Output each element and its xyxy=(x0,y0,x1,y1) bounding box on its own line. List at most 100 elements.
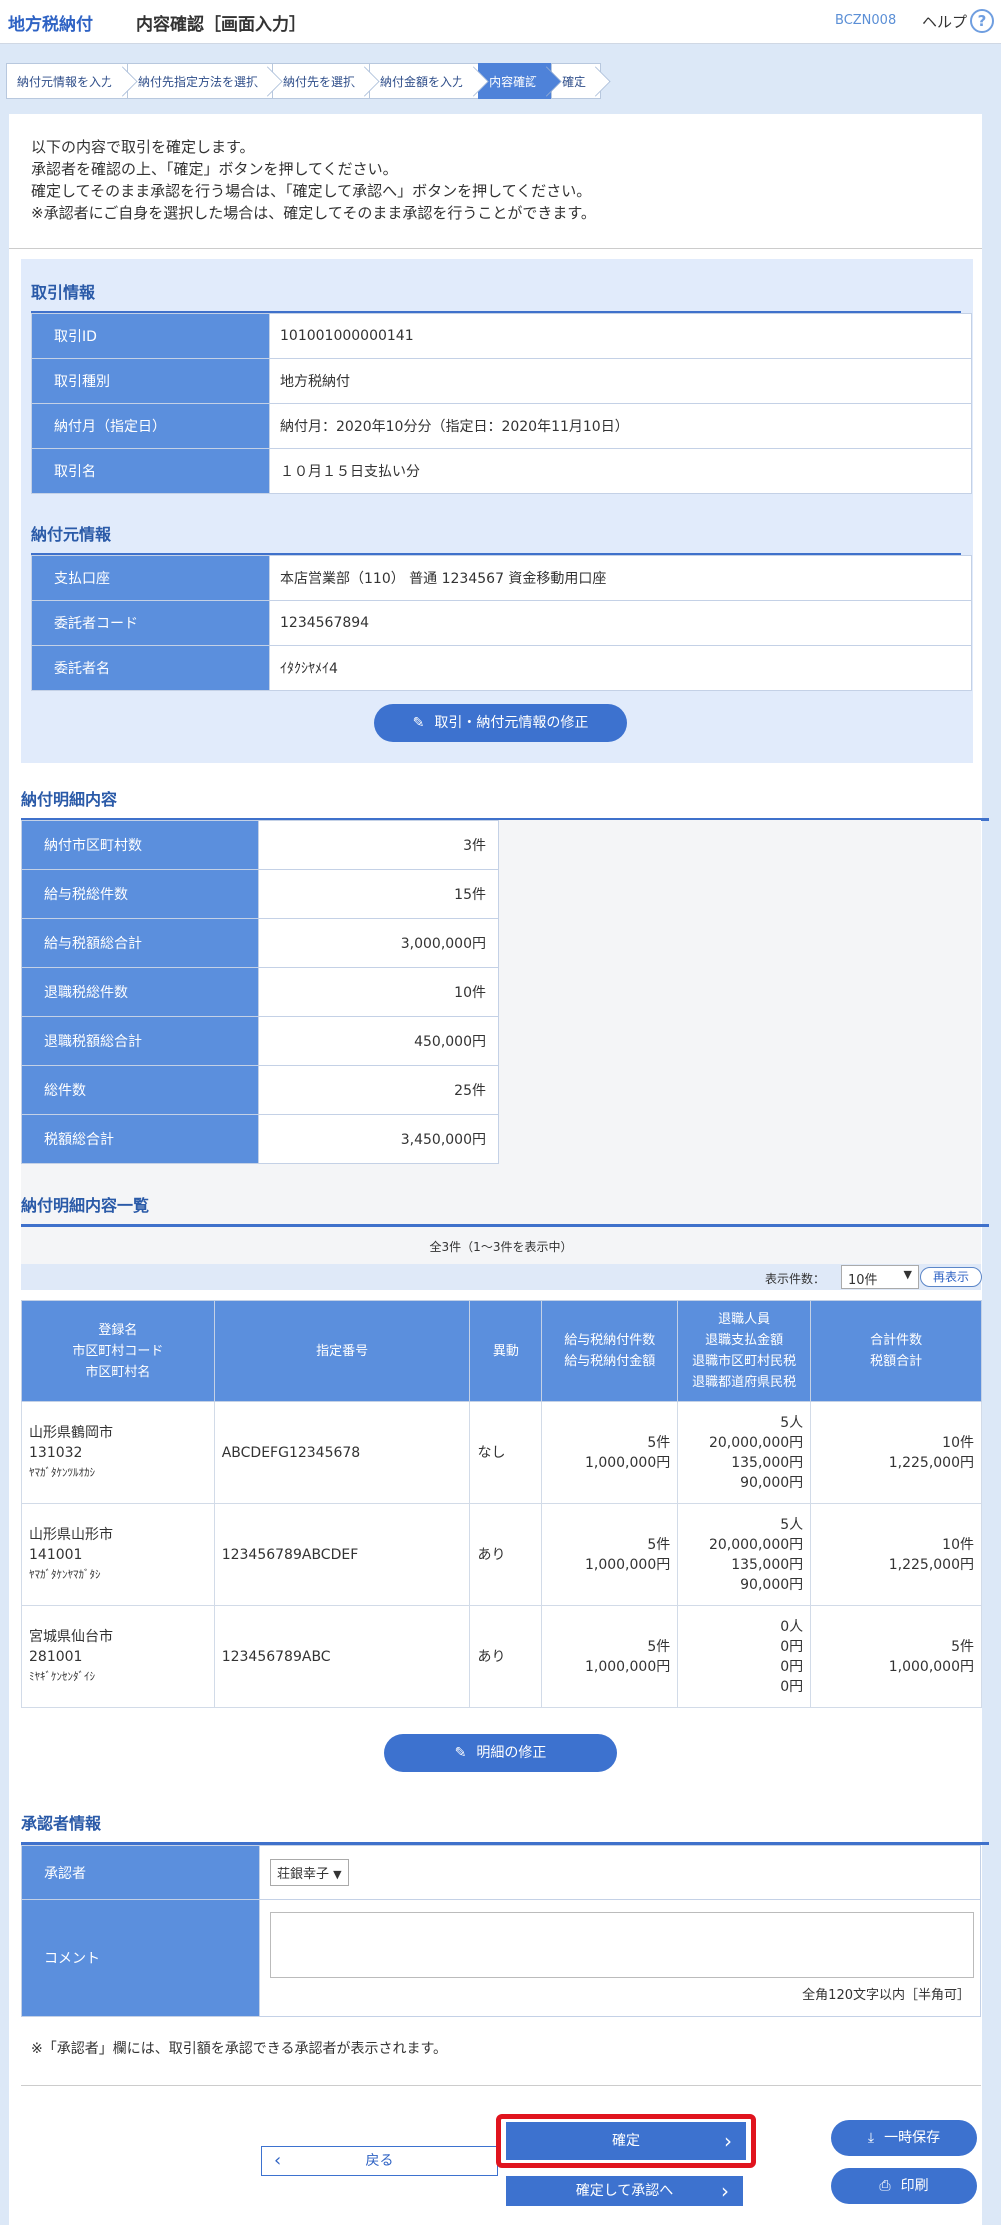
list-title: 納付明細内容一覧 xyxy=(21,1192,989,1227)
comment-input[interactable] xyxy=(270,1912,974,1978)
chevron-left-icon: ‹ xyxy=(274,2150,282,2171)
pencil-icon: ✎ xyxy=(454,1745,467,1761)
approver-note: ※「承認者」欄には、取引額を承認できる承認者が表示されます。 xyxy=(21,2024,981,2086)
page-title: 内容確認［画面入力］ xyxy=(136,15,306,35)
value-transaction-type: 地方税納付 xyxy=(269,358,972,404)
confirm-approve-button[interactable]: 確定して承認へ › xyxy=(506,2176,743,2206)
intro-line: 確定してそのまま承認を行う場合は、「確定して承認へ」ボタンを押してください。 xyxy=(31,182,592,200)
table-row: 宮城県仙台市 281001 ﾐﾔｷﾞｹﾝｾﾝﾀﾞｲｼ 123456789ABC あり… xyxy=(21,1605,982,1708)
chevron-right-icon: › xyxy=(724,2129,732,2153)
printer-icon: ⎙ xyxy=(879,2178,891,2194)
intro-line: ※承認者にご自身を選択した場合は、確定してそのまま承認を行うことができます。 xyxy=(31,204,596,222)
help-icon[interactable]: ? xyxy=(970,9,994,33)
modify-info-button[interactable]: ✎ 取引・納付元情報の修正 xyxy=(374,704,627,742)
transaction-title: 取引情報 xyxy=(31,279,961,314)
value-payment-month: 納付月：2020年10分分（指定日：2020年11月10日） xyxy=(269,403,972,449)
col-header-salary: 給与税納付件数 給与税納付金額 xyxy=(541,1300,679,1402)
back-label: 戻る xyxy=(365,2153,394,2169)
display-count-select[interactable]: 10件 ▼ xyxy=(841,1265,919,1289)
app-header: 地方税納付 内容確認［画面入力］ BCZN008 ヘルプ ? xyxy=(0,0,1001,44)
value-tax-total: 3,450,000円 xyxy=(258,1114,499,1164)
col-header-total: 合計件数 税額合計 xyxy=(810,1300,982,1402)
help-link[interactable]: ヘルプ xyxy=(922,11,967,32)
intro-line: 承認者を確認の上、「確定」ボタンを押してください。 xyxy=(31,160,398,178)
list-toolbar: 表示件数： 10件 ▼ 再表示 xyxy=(21,1264,982,1290)
label-consignor-code: 委託者コード xyxy=(31,600,270,646)
label-retire-total: 退職税額総合計 xyxy=(20,1016,260,1066)
label-transaction-type: 取引種別 xyxy=(31,358,270,404)
summary-title: 納付明細内容 xyxy=(21,786,989,821)
label-tax-total: 税額総合計 xyxy=(20,1114,260,1164)
screen-code: BCZN008 xyxy=(835,13,897,28)
label-municipality-count: 納付市区町村数 xyxy=(20,820,260,870)
confirm-label: 確定 xyxy=(612,2133,640,2149)
step-3: 納付先を選択 xyxy=(272,63,371,99)
modify-info-label: 取引・納付元情報の修正 xyxy=(434,715,589,731)
value-retire-total: 450,000円 xyxy=(258,1016,499,1066)
table-row: 山形県山形市 141001 ﾔﾏｶﾞﾀｹﾝﾔﾏｶﾞﾀｼ 123456789ABCDE… xyxy=(21,1503,982,1606)
back-button[interactable]: ‹ 戻る xyxy=(261,2146,498,2176)
value-municipality-count: 3件 xyxy=(258,820,499,870)
label-payment-month: 納付月（指定日） xyxy=(31,403,270,449)
label-consignor-name: 委託者名 xyxy=(31,645,270,691)
chevron-down-icon: ▼ xyxy=(333,1868,342,1881)
col-header-number: 指定番号 xyxy=(213,1300,471,1402)
comment-hint: 全角120文字以内［半角可］ xyxy=(802,1988,970,2003)
comment-label: コメント xyxy=(21,1899,260,2017)
modify-detail-button[interactable]: ✎ 明細の修正 xyxy=(384,1734,617,1772)
intro-line: 以下の内容で取引を確定します。 xyxy=(31,138,255,156)
display-count-label: 表示件数： xyxy=(765,1272,826,1286)
temp-save-button[interactable]: ⤓ 一時保存 xyxy=(831,2120,977,2156)
col-header-name: 登録名 市区町村コード 市区町村名 xyxy=(21,1300,215,1402)
comment-cell: 全角120文字以内［半角可］ xyxy=(259,1899,981,2017)
modify-detail-label: 明細の修正 xyxy=(476,1745,547,1761)
value-total-count: 25件 xyxy=(258,1065,499,1115)
payer-table: 支払口座 本店営業部（110） 普通 1234567 資金移動用口座 委託者コード… xyxy=(31,555,972,691)
value-consignor-code: 1234567894 xyxy=(269,600,972,646)
approver-select[interactable]: 荘銀幸子 ▼ xyxy=(270,1859,349,1886)
label-account: 支払口座 xyxy=(31,555,270,601)
label-total-count: 総件数 xyxy=(20,1065,260,1115)
pencil-icon: ✎ xyxy=(412,715,425,731)
confirm-approve-label: 確定して承認へ xyxy=(575,2183,674,2199)
transaction-section: 取引情報 取引ID 101001000000141 取引種別 地方税納付 納付月（指… xyxy=(21,259,973,763)
value-account: 本店営業部（110） 普通 1234567 資金移動用口座 xyxy=(269,555,972,601)
approver-value: 荘銀幸子 xyxy=(277,1867,330,1882)
col-header-change: 異動 xyxy=(469,1300,543,1402)
approver-title: 承認者情報 xyxy=(21,1810,989,1845)
print-button[interactable]: ⎙ 印刷 xyxy=(831,2168,977,2204)
intro-message: 以下の内容で取引を確定します。 承認者を確認の上、「確定」ボタンを押してください… xyxy=(9,114,982,249)
approver-label: 承認者 xyxy=(21,1845,260,1900)
label-retire-count: 退職税総件数 xyxy=(20,967,260,1017)
download-icon: ⤓ xyxy=(867,2130,875,2146)
progress-steps: 納付元情報を入力 納付先指定方法を選択 納付先を選択 納付金額を入力 内容確認 … xyxy=(6,63,602,99)
table-row: 山形県鶴岡市 131032 ﾔﾏｶﾞﾀｹﾝﾂﾙｵｶｼ ABCDEFG12345678… xyxy=(21,1401,982,1504)
brand-title: 地方税納付 xyxy=(8,15,93,35)
payer-title: 納付元情報 xyxy=(31,521,961,556)
value-consignor-name: ｲﾀｸｼﾔﾒｲ4 xyxy=(269,645,972,691)
detail-table: 登録名 市区町村コード 市区町村名 指定番号 異動 給与税納付件数 給与税納付金額 退… xyxy=(21,1300,982,1708)
chevron-right-icon: › xyxy=(721,2179,729,2203)
label-salary-total: 給与税額総合計 xyxy=(20,918,260,968)
summary-table: 納付市区町村数 3件 給与税総件数 15件 給与税額総合計 3,000,000円 退職… xyxy=(20,820,499,1164)
transaction-table: 取引ID 101001000000141 取引種別 地方税納付 納付月（指定日） 納付… xyxy=(31,313,972,494)
label-transaction-id: 取引ID xyxy=(31,313,270,359)
print-label: 印刷 xyxy=(900,2178,929,2194)
chevron-down-icon: ▼ xyxy=(903,1268,912,1281)
approver-table: 承認者 荘銀幸子 ▼ コメント 全角120文字以内［半角可］ xyxy=(21,1845,981,2017)
step-4: 納付金額を入力 xyxy=(369,63,480,99)
col-header-retire: 退職人員 退職支払金額 退職市区町村民税 退職都道府県民税 xyxy=(677,1300,812,1402)
step-5-current: 内容確認 xyxy=(478,63,553,99)
label-transaction-name: 取引名 xyxy=(31,448,270,494)
redisplay-button[interactable]: 再表示 xyxy=(920,1267,982,1287)
confirm-button[interactable]: 確定 › xyxy=(506,2122,746,2160)
step-1: 納付元情報を入力 xyxy=(6,63,129,99)
main-panel: 以下の内容で取引を確定します。 承認者を確認の上、「確定」ボタンを押してください… xyxy=(9,114,989,2225)
temp-save-label: 一時保存 xyxy=(884,2130,941,2146)
value-transaction-name: １０月１５日支払い分 xyxy=(269,448,972,494)
step-2: 納付先指定方法を選択 xyxy=(127,63,274,99)
value-retire-count: 10件 xyxy=(258,967,499,1017)
value-transaction-id: 101001000000141 xyxy=(269,313,972,359)
label-salary-count: 給与税総件数 xyxy=(20,869,260,919)
list-count: 全3件（1～3件を表示中） xyxy=(429,1240,573,1254)
